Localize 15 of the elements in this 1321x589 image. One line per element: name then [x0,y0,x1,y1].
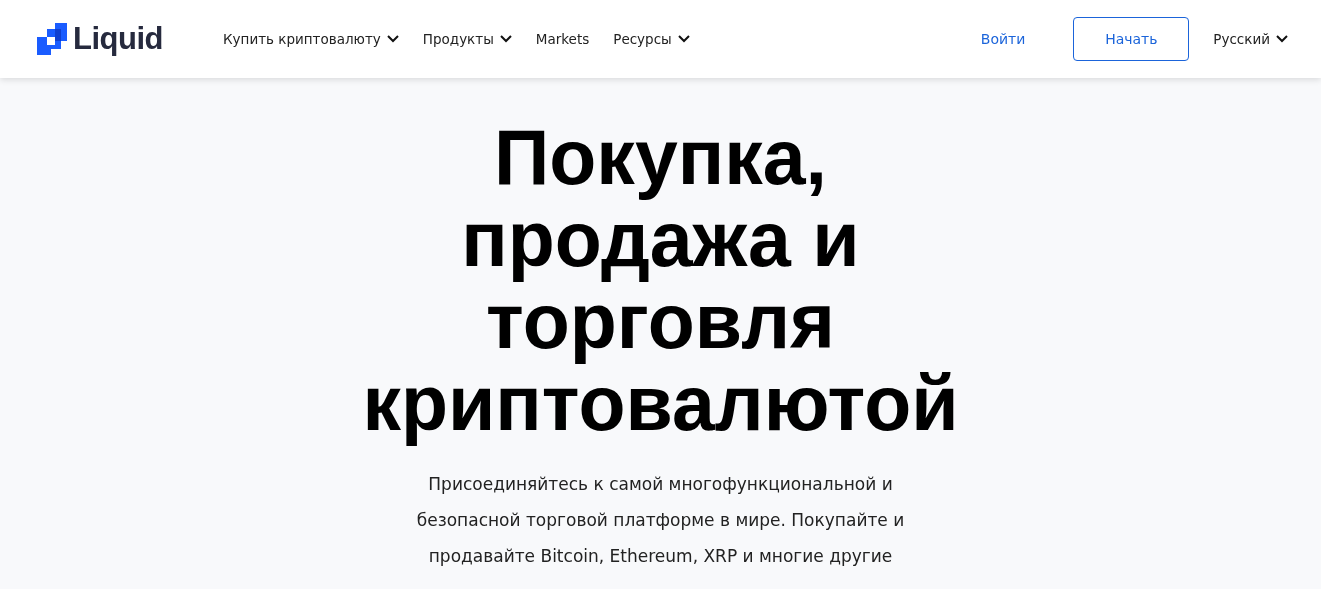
login-link[interactable]: Войти [980,31,1026,47]
language-selector[interactable]: Русский [1213,31,1288,47]
nav-menu-item[interactable]: Markets [535,31,590,47]
chevron-down-icon [1276,35,1288,43]
logo-icon [37,23,67,55]
chevron-down-icon [386,35,399,43]
hero-subtitle: Присоединяйтесь к самой многофункциональной и безопасной торговой платформе в мире. Покупайте и продавайте Bitcoin, Ethereum, XRP и многие другие [415,473,906,568]
nav-menu-item[interactable]: Ресурсы [613,31,690,47]
chevron-down-icon [499,35,512,43]
chevron-down-icon [677,35,690,43]
logo-wordmark[interactable]: Liquid [73,21,163,57]
start-button[interactable]: Начать [1073,17,1190,61]
nav-menu-item[interactable]: Продукты [422,31,512,47]
nav-menu-item[interactable]: Купить криптовалюту [223,31,399,47]
hero-headline: Покупка, продажа и торговля криптовалютой [361,116,960,444]
